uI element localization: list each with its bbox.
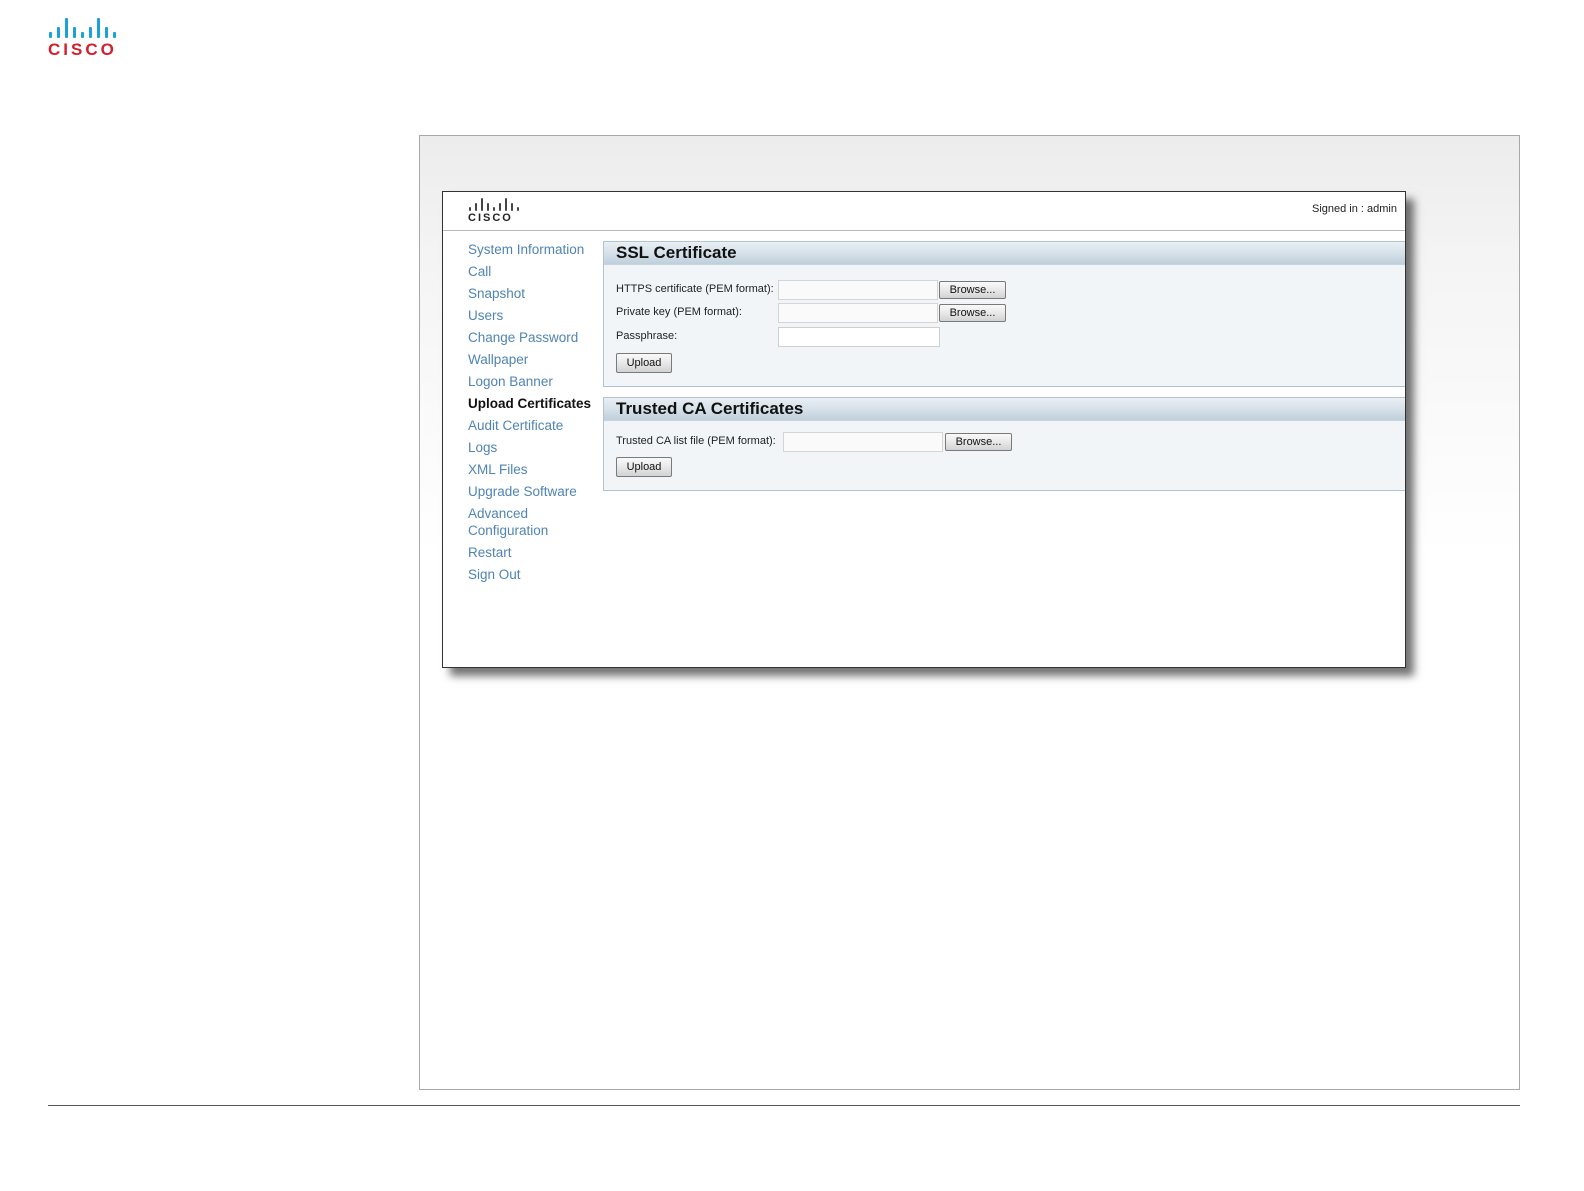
ssl-upload-button[interactable]: Upload [616,353,672,373]
trusted-ca-title: Trusted CA Certificates [604,398,1405,421]
sidebar-nav: System Information Call Snapshot Users C… [468,242,598,589]
nav-item-restart[interactable]: Restart [468,545,598,562]
nav-item-advanced-configuration[interactable]: Advanced Configuration [468,506,598,539]
nav-item-snapshot[interactable]: Snapshot [468,286,598,303]
cisco-bars-icon [468,198,528,211]
trusted-ca-section: Trusted CA Certificates Trusted CA list … [603,397,1405,491]
cisco-bars-icon [48,18,124,38]
footer-divider [48,1105,1520,1106]
nav-item-logs[interactable]: Logs [468,440,598,457]
passphrase-label: Passphrase: [616,330,678,342]
nav-item-xml-files[interactable]: XML Files [468,462,598,479]
ssl-certificate-section: SSL Certificate HTTPS certificate (PEM f… [603,241,1405,387]
trusted-ca-upload-button[interactable]: Upload [616,457,672,477]
nav-item-change-password[interactable]: Change Password [468,330,598,347]
https-certificate-browse-button[interactable]: Browse... [939,281,1006,299]
web-interface-window: CISCO Signed in : admin System Informati… [442,191,1406,668]
nav-item-logon-banner[interactable]: Logon Banner [468,374,598,391]
trusted-ca-browse-button[interactable]: Browse... [945,433,1012,451]
ssl-certificate-title: SSL Certificate [604,242,1405,265]
nav-item-sign-out[interactable]: Sign Out [468,567,598,584]
cisco-wordmark: CISCO [468,212,513,224]
cisco-wordmark: CISCO [48,40,117,59]
nav-item-system-information[interactable]: System Information [468,242,598,259]
private-key-label: Private key (PEM format): [616,306,742,318]
private-key-file-field[interactable] [778,303,938,323]
nav-item-wallpaper[interactable]: Wallpaper [468,352,598,369]
nav-item-upgrade-software[interactable]: Upgrade Software [468,484,598,501]
nav-item-upload-certificates: Upload Certificates [468,396,592,411]
private-key-browse-button[interactable]: Browse... [939,304,1006,322]
window-cisco-logo: CISCO [468,198,528,228]
trusted-ca-list-file-field[interactable] [783,432,943,452]
passphrase-input[interactable] [778,327,940,347]
signed-in-status: Signed in : admin [1312,203,1397,215]
nav-item-users[interactable]: Users [468,308,598,325]
nav-item-call[interactable]: Call [468,264,598,281]
https-certificate-label: HTTPS certificate (PEM format): [616,283,774,295]
trusted-ca-list-label: Trusted CA list file (PEM format): [616,435,776,447]
cisco-logo: CISCO [48,18,124,62]
window-header: CISCO Signed in : admin [443,192,1405,231]
nav-item-audit-certificate[interactable]: Audit Certificate [468,418,598,435]
https-certificate-file-field[interactable] [778,280,938,300]
